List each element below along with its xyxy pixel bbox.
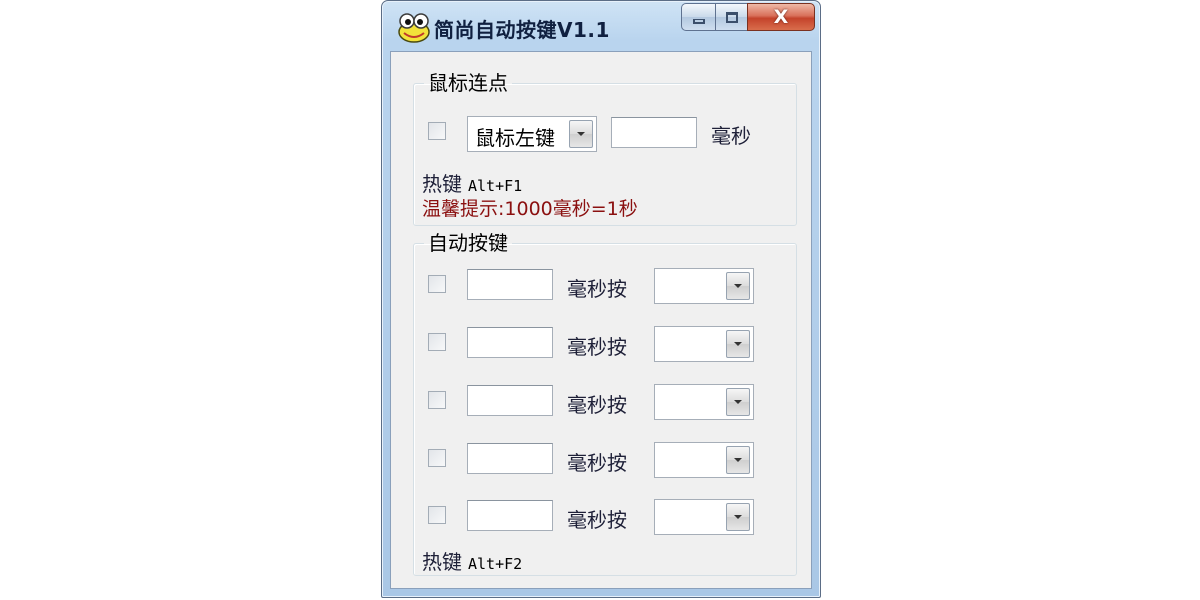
chevron-down-icon (734, 342, 742, 346)
caption-buttons: X (681, 3, 815, 31)
auto-key-select-dropdown[interactable] (726, 503, 750, 531)
auto-key-interval-input[interactable] (467, 269, 553, 300)
window-title: 简尚自动按键V1.1 (434, 18, 610, 42)
auto-key-checkbox[interactable] (428, 333, 446, 351)
chevron-down-icon (734, 400, 742, 404)
maximize-icon (725, 11, 738, 23)
auto-key-row-label: 毫秒按 (567, 277, 627, 301)
chevron-down-icon (734, 515, 742, 519)
mouse-button-select[interactable]: 鼠标左键 (467, 116, 597, 152)
mouse-interval-unit: 毫秒 (711, 124, 751, 148)
auto-key-interval-input[interactable] (467, 500, 553, 531)
auto-key-interval-input[interactable] (467, 385, 553, 416)
close-icon: X (773, 5, 789, 28)
auto-key-hotkey-label: 热键 (422, 550, 462, 574)
chevron-down-icon (577, 132, 585, 136)
client-area: 鼠标连点 鼠标左键 毫秒 热键 Alt+F1 温馨提示:1000毫秒=1秒 自动按… (390, 51, 812, 589)
auto-key-select[interactable] (654, 326, 754, 362)
minimize-button[interactable] (681, 3, 715, 31)
auto-key-hotkey-value: Alt+F2 (468, 555, 523, 573)
auto-key-row-label: 毫秒按 (567, 451, 627, 475)
mouse-interval-input[interactable] (611, 117, 697, 148)
mouse-click-group-title: 鼠标连点 (428, 71, 508, 95)
auto-key-row-label: 毫秒按 (567, 335, 627, 359)
auto-key-checkbox[interactable] (428, 391, 446, 409)
auto-key-select[interactable] (654, 442, 754, 478)
tip-text: 温馨提示:1000毫秒=1秒 (422, 198, 638, 220)
auto-key-row-label: 毫秒按 (567, 508, 627, 532)
auto-key-select-dropdown[interactable] (726, 330, 750, 358)
auto-key-select-dropdown[interactable] (726, 388, 750, 416)
auto-key-checkbox[interactable] (428, 506, 446, 524)
auto-key-interval-input[interactable] (467, 327, 553, 358)
mouse-click-checkbox[interactable] (428, 122, 446, 140)
minimize-icon (692, 18, 705, 24)
auto-key-interval-input[interactable] (467, 443, 553, 474)
auto-key-select-dropdown[interactable] (726, 272, 750, 300)
chevron-down-icon (734, 284, 742, 288)
frog-icon (398, 13, 430, 43)
mouse-hotkey-value: Alt+F1 (468, 177, 523, 195)
auto-key-hotkey: 热键 Alt+F2 (422, 546, 522, 575)
mouse-button-select-dropdown[interactable] (569, 120, 593, 148)
app-window: 简尚自动按键V1.1 X 鼠标连点 鼠标左键 毫秒 热键 Alt+F1 温馨提示… (381, 0, 821, 598)
auto-key-select[interactable] (654, 268, 754, 304)
mouse-hotkey: 热键 Alt+F1 (422, 168, 522, 197)
auto-key-select[interactable] (654, 499, 754, 535)
close-button[interactable]: X (747, 3, 815, 31)
title-bar[interactable]: 简尚自动按键V1.1 X (382, 1, 820, 51)
auto-key-select-dropdown[interactable] (726, 446, 750, 474)
mouse-button-select-value: 鼠标左键 (475, 126, 555, 150)
chevron-down-icon (734, 458, 742, 462)
auto-key-group-title: 自动按键 (428, 231, 508, 255)
auto-key-checkbox[interactable] (428, 449, 446, 467)
auto-key-row-label: 毫秒按 (567, 393, 627, 417)
auto-key-select[interactable] (654, 384, 754, 420)
mouse-hotkey-label: 热键 (422, 172, 462, 196)
auto-key-checkbox[interactable] (428, 275, 446, 293)
maximize-button[interactable] (715, 3, 747, 31)
